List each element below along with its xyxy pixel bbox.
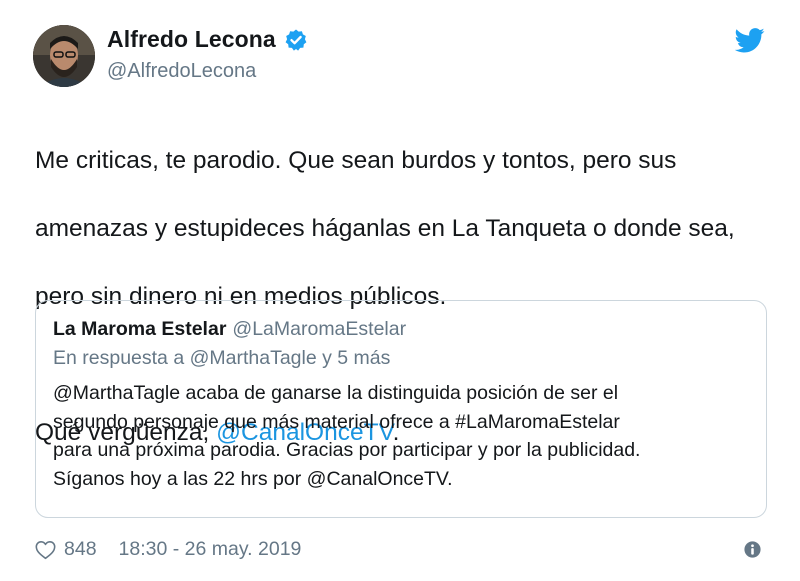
timestamp[interactable]: 18:30 - 26 may. 2019	[119, 538, 302, 561]
tweet-line: amenazas y estupideces háganlas en La Ta…	[35, 215, 735, 242]
quoted-line: Síganos hoy a las 22 hrs por @CanalOnceT…	[53, 467, 453, 490]
tweet-footer: 848 18:30 - 26 may. 2019	[35, 538, 301, 561]
quoted-tweet-header: La Maroma Estelar @LaMaromaEstelar	[53, 318, 406, 341]
quoted-tweet-text: @MarthaTagle acaba de ganarse la disting…	[53, 379, 753, 493]
author-handle[interactable]: @AlfredoLecona	[107, 60, 256, 83]
quoted-line: para una próxima parodia. Gracias por pa…	[53, 439, 641, 462]
verified-badge-icon	[285, 29, 307, 51]
quoted-line: @MarthaTagle acaba de ganarse la disting…	[53, 382, 619, 404]
info-icon[interactable]	[744, 541, 761, 558]
quoted-tweet[interactable]: La Maroma Estelar @LaMaromaEstelar En res…	[35, 300, 767, 518]
like-count[interactable]: 848	[64, 538, 97, 561]
tweet-line: Me criticas, te parodio. Que sean burdos…	[35, 147, 677, 174]
quoted-author-name[interactable]: La Maroma Estelar	[53, 318, 226, 340]
quoted-line: segundo personaje que más material ofrec…	[53, 410, 620, 433]
heart-icon[interactable]	[35, 540, 56, 560]
avatar[interactable]	[33, 25, 95, 87]
tweet-card: Alfredo Lecona @AlfredoLecona Me critica…	[0, 0, 800, 581]
author-name-row: Alfredo Lecona	[107, 26, 308, 53]
profile-photo	[33, 25, 95, 87]
reply-context: En respuesta a @MarthaTagle y 5 más	[53, 347, 391, 369]
twitter-bird-icon[interactable]	[735, 28, 765, 53]
author-display-name[interactable]: Alfredo Lecona	[107, 26, 276, 53]
quoted-author-handle[interactable]: @LaMaromaEstelar	[232, 318, 406, 340]
